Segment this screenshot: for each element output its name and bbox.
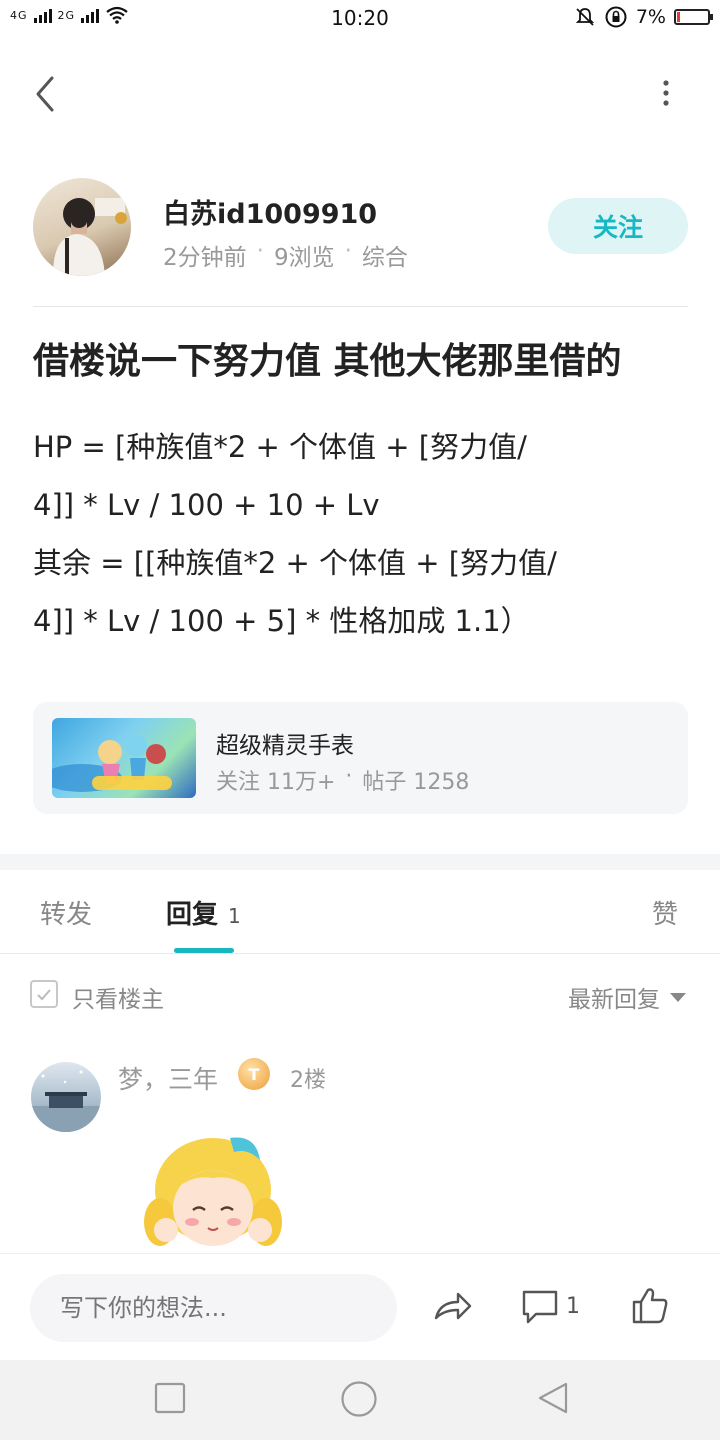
battery-icon xyxy=(674,9,713,25)
tab-like-label: 赞 xyxy=(652,900,679,930)
tab-bar: 转发 回复 1 赞 xyxy=(0,870,720,954)
meta-separator: · xyxy=(344,238,352,264)
tab-forward-label: 转发 xyxy=(40,900,93,930)
meta-separator: · xyxy=(256,238,264,264)
post-body-line: 4]] * Lv / 100 + 5] * 性格加成 1.1） xyxy=(33,604,530,638)
comment-input[interactable] xyxy=(30,1274,397,1342)
forum-posts: 帖子 1258 xyxy=(362,770,470,795)
forum-meta: 关注 11万+ · 帖子 1258 xyxy=(216,764,469,796)
post-views: 9浏览 xyxy=(273,245,335,271)
battery-percent: 7% xyxy=(635,6,666,28)
home-icon[interactable] xyxy=(340,1380,378,1418)
system-navigation-bar xyxy=(0,1360,720,1440)
forum-name: 超级精灵手表 xyxy=(216,733,354,759)
thumbs-up-icon[interactable] xyxy=(628,1284,672,1328)
status-bar: 4G 2G 10:20 7% xyxy=(0,0,720,38)
follow-button[interactable]: 关注 xyxy=(548,198,688,254)
tab-reply-count: 1 xyxy=(228,904,241,928)
reply-floor: 2楼 xyxy=(290,1068,326,1093)
back-arrow-icon[interactable] xyxy=(32,74,62,114)
person-photo-icon xyxy=(53,198,127,276)
author-name[interactable]: 白苏id1009910 xyxy=(163,192,377,231)
back-nav-icon[interactable] xyxy=(536,1380,572,1416)
reply-author-name[interactable]: 梦，三年 xyxy=(118,1060,218,1096)
forum-followers: 关注 11万+ xyxy=(216,770,336,795)
tab-reply[interactable]: 回复 1 xyxy=(166,894,241,931)
anime-girl-sticker-icon xyxy=(144,1137,282,1246)
mute-icon xyxy=(575,8,595,26)
sort-label: 最新回复 xyxy=(568,987,660,1013)
author-avatar[interactable] xyxy=(33,178,131,276)
divider xyxy=(0,953,720,954)
only-op-label[interactable]: 只看楼主 xyxy=(72,980,164,1014)
post-body-line: HP = [种族值*2 + 个体值 + [努力值/ xyxy=(33,430,527,464)
caret-down-icon xyxy=(670,992,686,1002)
share-icon[interactable] xyxy=(430,1284,474,1328)
comment-bar: 1 xyxy=(0,1253,720,1361)
section-separator xyxy=(0,854,720,870)
post-meta: 2分钟前 · 9浏览 · 综合 xyxy=(163,238,408,272)
post-category[interactable]: 综合 xyxy=(362,238,408,272)
rotation-lock-icon xyxy=(605,6,627,28)
tab-reply-label: 回复 xyxy=(166,900,219,930)
status-right: 7% xyxy=(574,5,713,29)
recent-apps-icon[interactable] xyxy=(154,1382,186,1414)
only-op-checkbox[interactable] xyxy=(30,980,58,1008)
forum-card[interactable]: 超级精灵手表 关注 11万+ · 帖子 1258 xyxy=(33,702,688,814)
post-body-line: 4]] * Lv / 100 + 10 + Lv xyxy=(33,488,380,522)
post-body: HP = [种族值*2 + 个体值 + [努力值/ 4]] * Lv / 100… xyxy=(33,418,693,650)
forum-cover-image xyxy=(52,718,196,798)
meta-separator: · xyxy=(345,764,353,789)
reply-avatar[interactable] xyxy=(31,1062,101,1132)
level-badge-icon: T xyxy=(238,1058,270,1090)
comment-count: 1 xyxy=(566,1294,580,1319)
post-body-line: 其余 = [[种族值*2 + 个体值 + [努力值/ xyxy=(33,546,557,580)
tab-forward[interactable]: 转发 xyxy=(40,894,92,931)
post-title: 借楼说一下努力值 其他大佬那里借的 xyxy=(33,341,622,382)
snow-scene-icon xyxy=(31,1070,101,1132)
comment-icon[interactable] xyxy=(518,1284,562,1328)
check-icon xyxy=(37,989,51,1001)
sort-dropdown[interactable]: 最新回复 xyxy=(568,980,686,1014)
post-time: 2分钟前 xyxy=(163,245,247,271)
more-vertical-icon[interactable] xyxy=(656,78,676,108)
tab-like[interactable]: 赞 xyxy=(652,894,678,931)
divider xyxy=(33,306,688,307)
game-art-icon xyxy=(52,735,172,792)
